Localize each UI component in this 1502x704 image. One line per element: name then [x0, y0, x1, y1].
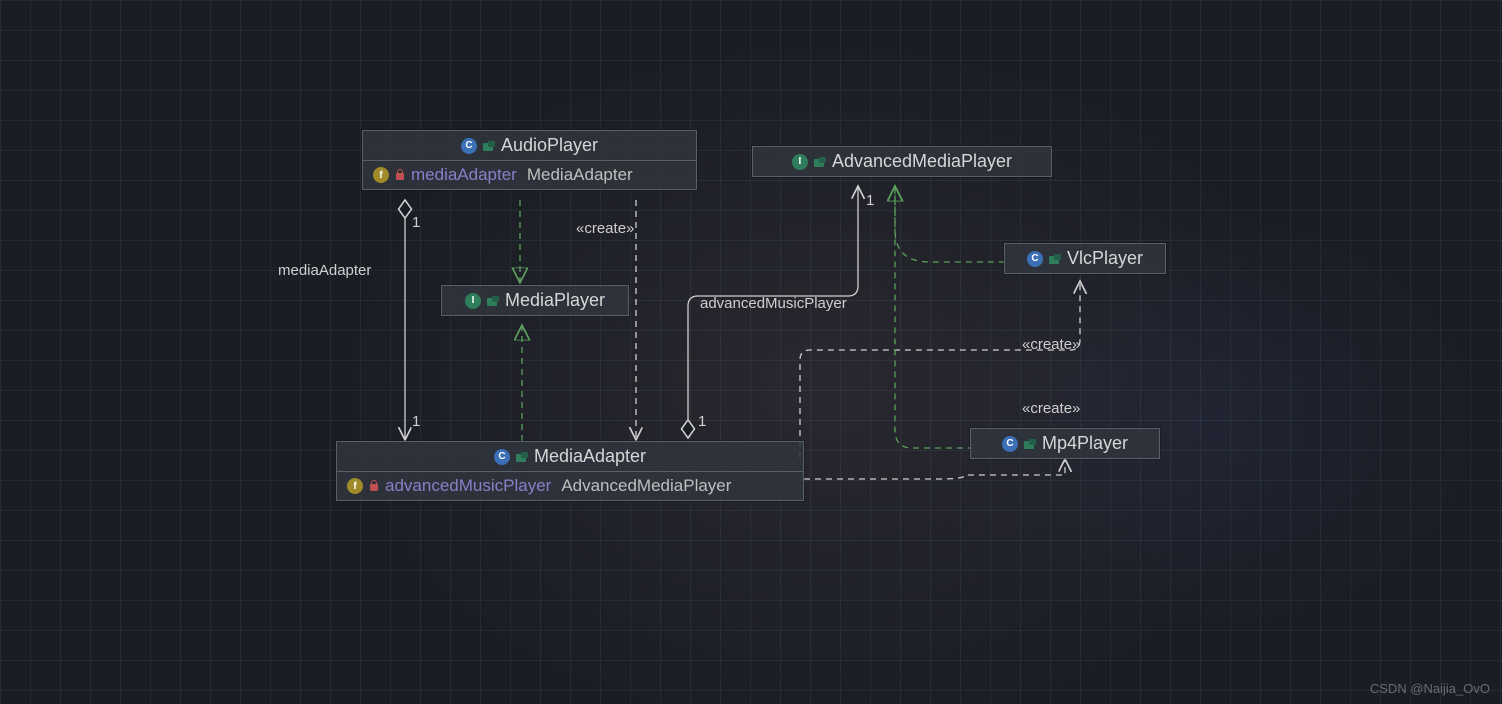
diagram-canvas[interactable]: 1 1 1 1 mediaAdapter «create» advancedMu…	[0, 0, 1502, 704]
package-icon	[487, 296, 499, 306]
class-mediaadapter[interactable]: C MediaAdapter f advancedMusicPlayer Adv…	[336, 441, 804, 501]
class-title: Mp4Player	[1042, 433, 1128, 454]
package-icon	[814, 157, 826, 167]
package-icon	[516, 452, 528, 462]
edge-label-create-3: «create»	[1022, 400, 1080, 417]
class-icon: C	[461, 138, 477, 154]
class-title: MediaAdapter	[534, 446, 646, 467]
edge-label-mediaAdapter: mediaAdapter	[278, 262, 371, 279]
class-header: C Mp4Player	[971, 429, 1159, 458]
connectors-layer	[0, 0, 1502, 704]
multiplicity: 1	[412, 214, 420, 231]
multiplicity: 1	[412, 413, 420, 430]
class-field-row: f mediaAdapter MediaAdapter	[363, 161, 696, 189]
edge-label-create-1: «create»	[576, 220, 634, 237]
package-icon	[483, 141, 495, 151]
multiplicity: 1	[866, 192, 874, 209]
package-icon	[1024, 439, 1036, 449]
class-title: VlcPlayer	[1067, 248, 1143, 269]
field-type: MediaAdapter	[527, 165, 633, 185]
lock-icon	[369, 480, 379, 492]
field-icon: f	[373, 167, 389, 183]
class-field-row: f advancedMusicPlayer AdvancedMediaPlaye…	[337, 472, 803, 500]
edge-label-advancedMusicPlayer: advancedMusicPlayer	[700, 295, 847, 312]
field-icon: f	[347, 478, 363, 494]
class-title: AdvancedMediaPlayer	[832, 151, 1012, 172]
class-header: I MediaPlayer	[442, 286, 628, 315]
class-header: C MediaAdapter	[337, 442, 803, 472]
class-header: C VlcPlayer	[1005, 244, 1165, 273]
watermark: CSDN @Naijia_OvO	[1370, 681, 1490, 696]
interface-icon: I	[465, 293, 481, 309]
lock-icon	[395, 169, 405, 181]
class-mp4player[interactable]: C Mp4Player	[970, 428, 1160, 459]
class-audioplayer[interactable]: C AudioPlayer f mediaAdapter MediaAdapte…	[362, 130, 697, 190]
class-vlcplayer[interactable]: C VlcPlayer	[1004, 243, 1166, 274]
interface-advancedmediaplayer[interactable]: I AdvancedMediaPlayer	[752, 146, 1052, 177]
class-title: MediaPlayer	[505, 290, 605, 311]
multiplicity: 1	[698, 413, 706, 430]
interface-mediaplayer[interactable]: I MediaPlayer	[441, 285, 629, 316]
class-icon: C	[1027, 251, 1043, 267]
class-header: C AudioPlayer	[363, 131, 696, 161]
edge-label-create-2: «create»	[1022, 336, 1080, 353]
package-icon	[1049, 254, 1061, 264]
class-icon: C	[1002, 436, 1018, 452]
interface-icon: I	[792, 154, 808, 170]
class-title: AudioPlayer	[501, 135, 598, 156]
class-header: I AdvancedMediaPlayer	[753, 147, 1051, 176]
class-icon: C	[494, 449, 510, 465]
field-name: advancedMusicPlayer	[385, 476, 551, 496]
field-name: mediaAdapter	[411, 165, 517, 185]
field-type: AdvancedMediaPlayer	[561, 476, 731, 496]
